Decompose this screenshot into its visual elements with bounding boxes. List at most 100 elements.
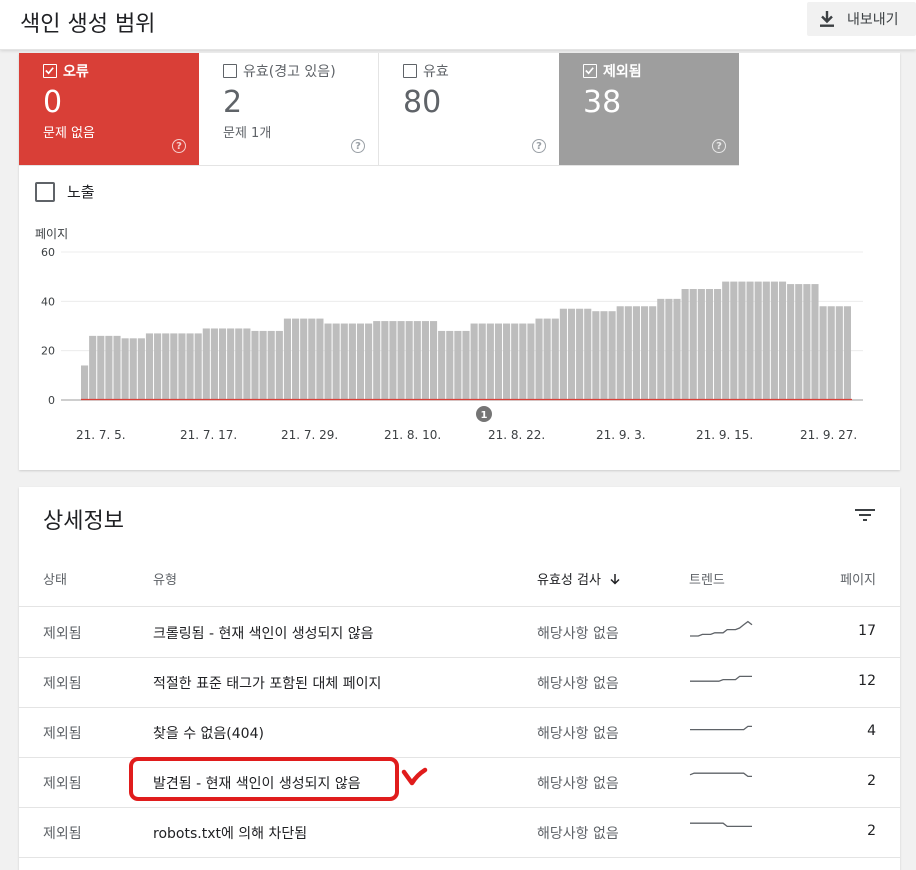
chart-bar[interactable] — [567, 308, 576, 400]
table-row[interactable]: 제외됨 크롤링됨 - 현재 색인이 생성되지 않음 해당사항 없음 17 — [19, 608, 900, 658]
chart-bar[interactable] — [624, 306, 632, 400]
impressions-toggle[interactable]: 노출 — [35, 181, 95, 202]
chart-bar[interactable] — [324, 323, 332, 400]
chart-bar[interactable] — [519, 323, 527, 400]
chart-bar[interactable] — [843, 306, 851, 400]
chart-bar[interactable] — [251, 330, 259, 400]
chart-bar[interactable] — [770, 281, 778, 400]
column-header-pages[interactable]: 페이지 — [840, 569, 876, 588]
chart-bar[interactable] — [300, 318, 308, 400]
chart-bar[interactable] — [316, 318, 324, 400]
chart-bar[interactable] — [722, 281, 730, 400]
table-row[interactable]: 제외됨 찾을 수 없음(404) 해당사항 없음 4 — [19, 708, 900, 758]
chart-bar[interactable] — [640, 306, 649, 400]
chart-bar[interactable] — [543, 318, 551, 400]
tile-valid[interactable]: 유효 80 ? — [379, 53, 559, 165]
chart-bar[interactable] — [673, 298, 681, 400]
table-row[interactable]: 제외됨 적절한 표준 태그가 포함된 대체 페이지 해당사항 없음 12 — [19, 658, 900, 708]
chart-bar[interactable] — [129, 338, 137, 400]
chart-bar[interactable] — [600, 311, 608, 400]
column-header-validation[interactable]: 유효성 검사 — [537, 569, 621, 588]
tile-excluded[interactable]: 제외됨 38 ? — [559, 53, 739, 165]
chart-bar[interactable] — [162, 333, 170, 400]
chart-bar[interactable] — [787, 284, 795, 400]
checkbox-checked-icon[interactable] — [583, 64, 597, 78]
chart-bar[interactable] — [235, 328, 243, 400]
chart-bar[interactable] — [105, 335, 113, 400]
chart-bar[interactable] — [405, 321, 413, 400]
chart-bar[interactable] — [819, 306, 827, 400]
chart-bar[interactable] — [356, 323, 365, 400]
chart-bar[interactable] — [608, 311, 616, 400]
chart-bar[interactable] — [746, 281, 754, 400]
chart-bar[interactable] — [429, 321, 438, 400]
chart-bar[interactable] — [503, 323, 511, 400]
chart-bar[interactable] — [803, 284, 811, 400]
help-icon[interactable]: ? — [172, 139, 186, 153]
chart-bar[interactable] — [470, 323, 478, 400]
chart-bar[interactable] — [389, 321, 397, 400]
tile-valid-with-warnings[interactable]: 유효(경고 있음) 2 문제 1개 ? — [199, 53, 379, 165]
chart-bar[interactable] — [210, 328, 218, 400]
chart-bar[interactable] — [438, 330, 446, 400]
chart-bar[interactable] — [332, 323, 340, 400]
chart-bar[interactable] — [584, 308, 592, 400]
chart-bar[interactable] — [535, 318, 543, 400]
column-header-status[interactable]: 상태 — [43, 569, 67, 588]
help-icon[interactable]: ? — [712, 139, 726, 153]
chart-bar[interactable] — [697, 289, 705, 400]
chart-bar[interactable] — [616, 306, 624, 400]
chart-bar[interactable] — [494, 323, 503, 400]
chart-bar[interactable] — [649, 306, 657, 400]
chart-bar[interactable] — [754, 281, 762, 400]
chart-bar[interactable] — [365, 323, 373, 400]
tile-error[interactable]: 오류 0 문제 없음 ? — [19, 53, 199, 165]
chart-bar[interactable] — [462, 330, 470, 400]
help-icon[interactable]: ? — [351, 139, 365, 153]
filter-icon[interactable] — [855, 507, 875, 523]
chart-bar[interactable] — [259, 330, 267, 400]
chart-bar[interactable] — [413, 321, 421, 400]
chart-bar[interactable] — [308, 318, 316, 400]
chart-bar[interactable] — [632, 306, 640, 400]
chart-bar[interactable] — [170, 333, 178, 400]
chart-bar[interactable] — [113, 335, 121, 400]
chart-bar[interactable] — [381, 321, 389, 400]
chart-bar[interactable] — [397, 321, 405, 400]
checkbox-unchecked-icon[interactable] — [223, 64, 237, 78]
export-button[interactable]: 내보내기 — [807, 2, 916, 36]
chart-bar[interactable] — [705, 289, 714, 400]
chart-bar[interactable] — [795, 284, 803, 400]
help-icon[interactable]: ? — [532, 139, 546, 153]
chart-bar[interactable] — [186, 333, 194, 400]
chart-bar[interactable] — [137, 338, 145, 400]
chart-bar[interactable] — [576, 308, 584, 400]
chart-bar[interactable] — [348, 323, 356, 400]
chart-bar[interactable] — [551, 318, 559, 400]
checkbox-checked-icon[interactable] — [43, 64, 57, 78]
chart-bar[interactable] — [657, 298, 665, 400]
chart-bar[interactable] — [665, 298, 673, 400]
chart-bar[interactable] — [292, 318, 300, 400]
chart-bar[interactable] — [121, 338, 129, 400]
chart-bar[interactable] — [738, 281, 746, 400]
chart-bar[interactable] — [811, 284, 819, 400]
column-header-type[interactable]: 유형 — [153, 569, 177, 588]
chart-bar[interactable] — [194, 333, 202, 400]
chart-bar[interactable] — [592, 311, 600, 400]
chart-bar[interactable] — [267, 330, 275, 400]
chart-bar[interactable] — [681, 289, 689, 400]
chart-bar[interactable] — [486, 323, 494, 400]
chart-bar[interactable] — [454, 330, 462, 400]
chart-bar[interactable] — [202, 328, 210, 400]
chart-bar[interactable] — [835, 306, 843, 400]
chart-bar[interactable] — [730, 281, 738, 400]
chart-bar[interactable] — [511, 323, 519, 400]
chart-bar[interactable] — [145, 333, 154, 400]
chart-bar[interactable] — [154, 333, 162, 400]
chart-bar[interactable] — [762, 281, 770, 400]
chart-bar[interactable] — [275, 330, 283, 400]
chart-bar[interactable] — [89, 335, 97, 400]
chart-bar[interactable] — [527, 323, 535, 400]
table-row[interactable]: 제외됨 robots.txt에 의해 차단됨 해당사항 없음 2 — [19, 808, 900, 858]
